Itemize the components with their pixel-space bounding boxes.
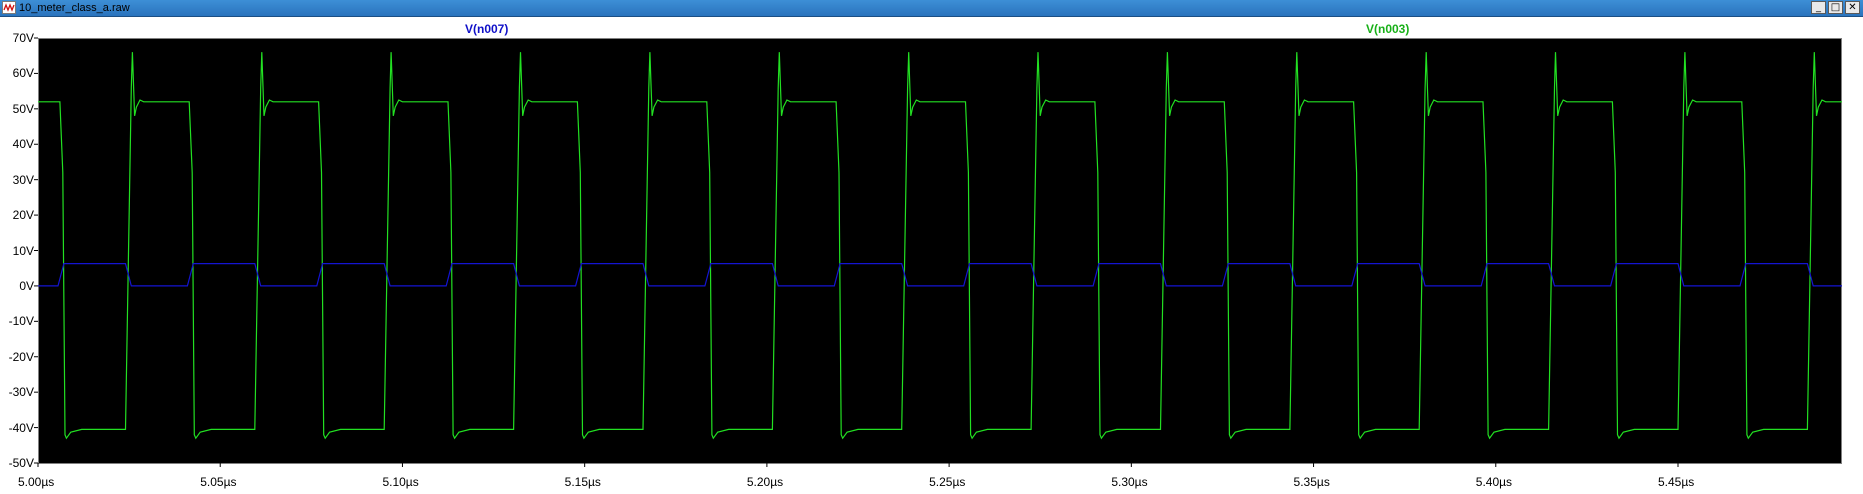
x-tick-label: 5.05µs: [200, 475, 237, 489]
x-tick-label: 5.20µs: [746, 475, 784, 489]
x-tick-label: 5.45µs: [1658, 475, 1695, 489]
y-tick-label: 30V: [12, 172, 34, 187]
y-tick-label: -20V: [8, 349, 34, 364]
x-tick-label: 5.15µs: [564, 475, 601, 489]
x-tick-label: 5.30µs: [1111, 475, 1148, 489]
y-tick-label: 40V: [12, 137, 34, 152]
y-tick-label: 10V: [12, 243, 34, 258]
waveform-plot: [34, 37, 1842, 467]
x-tick-label: 5.40µs: [1475, 475, 1513, 489]
x-tick-label: 5.10µs: [382, 475, 419, 489]
y-tick-label: -10V: [8, 314, 34, 329]
y-tick-label: 60V: [12, 66, 34, 81]
waveform-window: 10_meter_class_a.raw _ □ ✕ V(n007) V(n00…: [0, 0, 1863, 494]
y-tick-label: -30V: [8, 385, 34, 400]
trace-v-n003: [38, 52, 1842, 440]
y-tick-label: 50V: [12, 101, 34, 116]
x-tick-label: 5.25µs: [929, 475, 966, 489]
y-tick-label: -50V: [8, 456, 34, 470]
x-tick-label: 5.35µs: [1293, 475, 1330, 489]
y-tick-label: 0V: [19, 278, 34, 293]
y-tick-label: 20V: [12, 208, 34, 223]
trace-v-n007: [38, 263, 1842, 287]
y-tick-label: -40V: [8, 420, 34, 435]
y-tick-label: 70V: [12, 31, 34, 45]
x-tick-label: 5.00µs: [18, 475, 55, 489]
